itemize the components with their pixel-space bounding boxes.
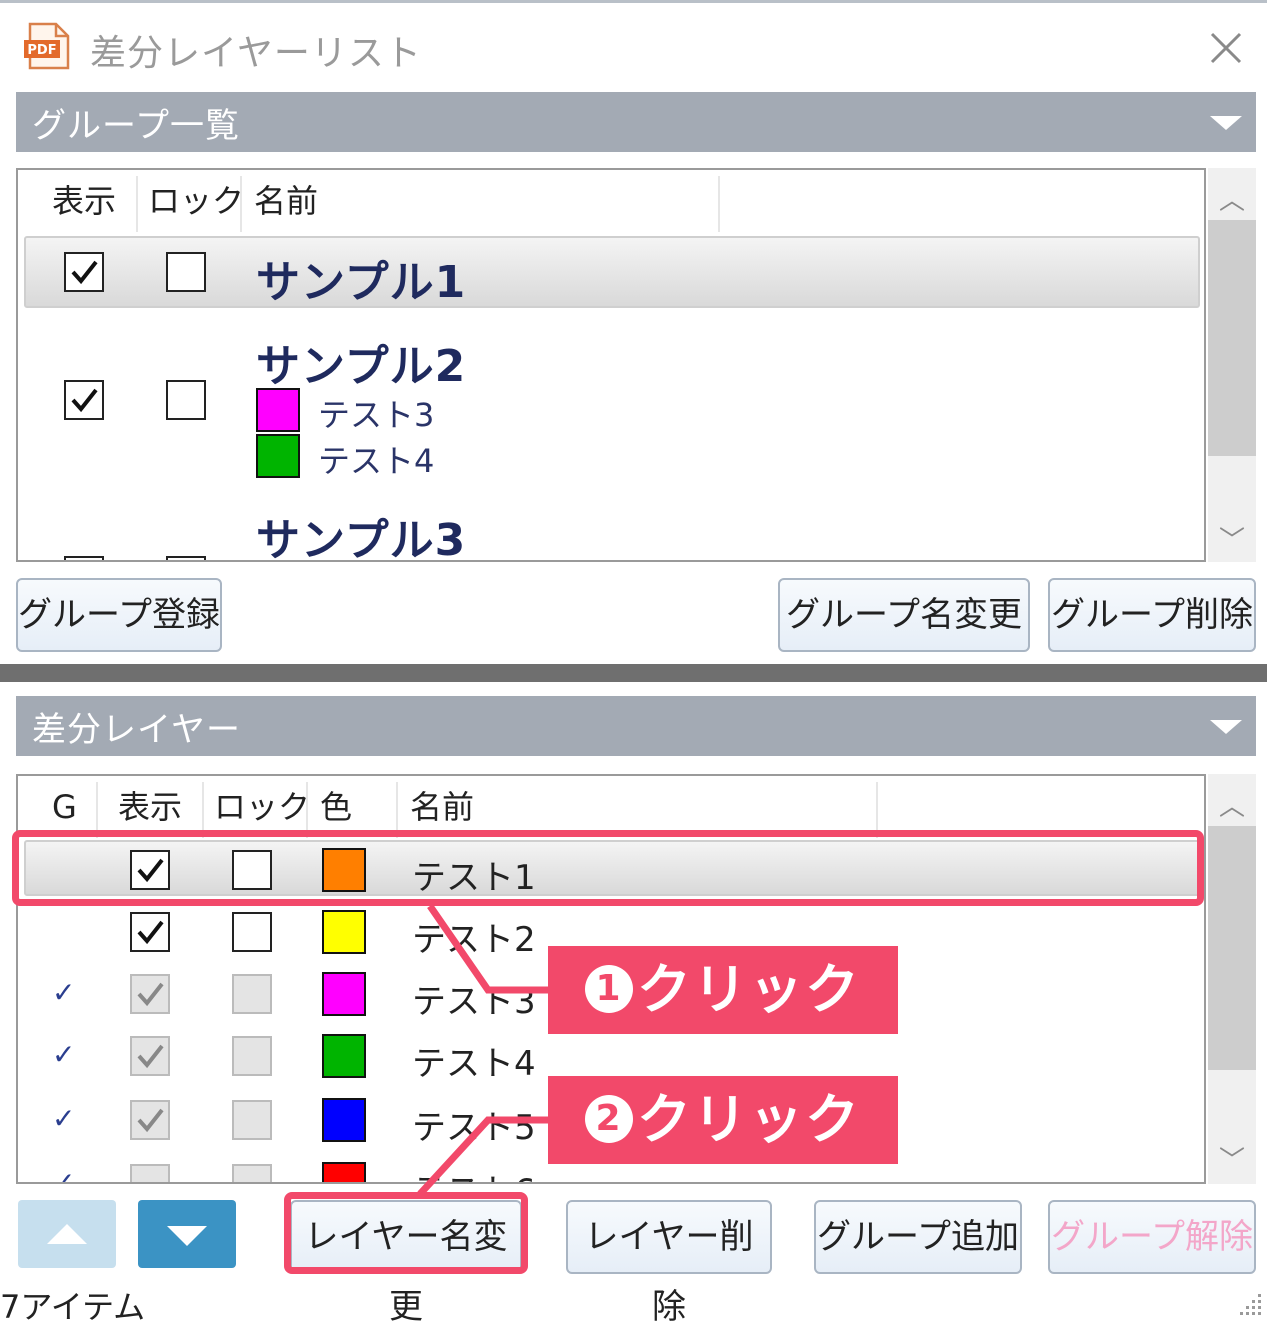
callout-number: 1 [585, 965, 633, 1014]
add-group-button[interactable]: グループ追加 [814, 1200, 1022, 1274]
up-arrow-icon [47, 1224, 87, 1244]
callout-2: 2 クリック [548, 1076, 898, 1164]
remove-group-button: グループ解除 [1048, 1200, 1256, 1274]
callout-text: クリック [637, 1088, 861, 1151]
delete-layer-button[interactable]: レイヤー削除 [566, 1200, 772, 1327]
callout-text: クリック [637, 958, 861, 1021]
status-item-count: 7アイテム [0, 1288, 146, 1326]
resize-grip-icon[interactable] [1236, 1290, 1264, 1318]
down-arrow-icon [167, 1226, 207, 1246]
move-down-button[interactable] [138, 1200, 236, 1268]
callout-1: 1 クリック [548, 946, 898, 1034]
highlight-frame [284, 1192, 528, 1274]
move-up-button[interactable] [18, 1200, 116, 1268]
callout-number: 2 [585, 1095, 633, 1144]
